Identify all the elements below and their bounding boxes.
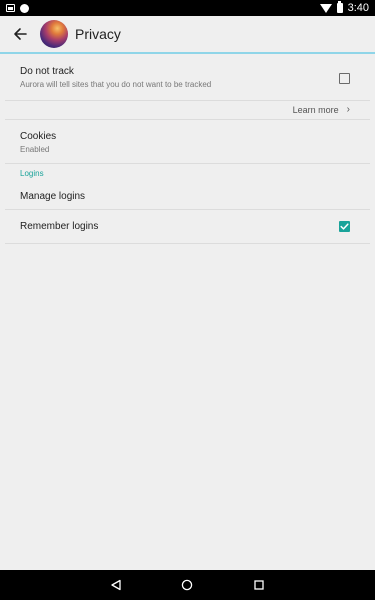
recents-square-icon (254, 580, 264, 590)
page-title: Privacy (75, 26, 121, 42)
manage-logins-row[interactable]: Manage logins (5, 184, 370, 210)
status-time: 3:40 (347, 2, 369, 14)
cookies-title: Cookies (20, 131, 57, 142)
battery-icon (336, 1, 343, 13)
logins-category-header: Logins (20, 169, 44, 178)
learn-more-label: Learn more (292, 104, 339, 115)
image-notification-icon (6, 4, 15, 12)
back-triangle-icon (111, 579, 121, 591)
remember-logins-row[interactable]: Remember logins (5, 210, 370, 244)
wifi-icon (319, 3, 332, 13)
do-not-track-checkbox[interactable] (339, 73, 350, 84)
status-bar-left (6, 3, 29, 13)
chevron-right-icon: › (346, 104, 350, 115)
navigation-bar (0, 570, 375, 600)
status-bar-right: 3:40 (319, 1, 369, 14)
nav-home-button[interactable] (177, 575, 197, 595)
app-notification-icon (20, 3, 29, 13)
learn-more-row[interactable]: Learn more › (5, 101, 370, 120)
do-not-track-row[interactable]: Do not track Aurora will tell sites that… (5, 56, 370, 101)
cookies-summary: Enabled (20, 145, 50, 154)
home-circle-icon (182, 579, 193, 591)
checkmark-icon (340, 223, 349, 230)
back-button[interactable] (6, 20, 34, 48)
do-not-track-title: Do not track (20, 66, 74, 77)
toolbar: Privacy (0, 16, 375, 54)
preferences-list: Do not track Aurora will tell sites that… (5, 56, 370, 244)
nav-recents-button[interactable] (249, 575, 269, 595)
remember-logins-checkbox[interactable] (339, 221, 350, 232)
nav-back-button[interactable] (106, 575, 126, 595)
arrow-left-icon (14, 28, 27, 40)
remember-logins-title: Remember logins (20, 221, 99, 232)
learn-more-link[interactable]: Learn more › (293, 104, 350, 115)
do-not-track-summary: Aurora will tell sites that you do not w… (20, 80, 212, 89)
cookies-row[interactable]: Cookies Enabled (5, 120, 370, 164)
status-bar: 3:40 (0, 0, 375, 16)
aurora-logo-icon (40, 20, 68, 48)
manage-logins-title: Manage logins (20, 191, 86, 202)
